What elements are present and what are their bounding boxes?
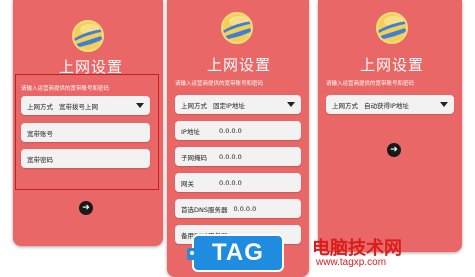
arrow-right-circle-icon[interactable]: ➔ xyxy=(79,201,93,215)
connection-type-value: 自动获得IP地址 xyxy=(364,101,409,110)
planet-logo-icon xyxy=(221,12,253,44)
planet-logo-icon xyxy=(72,20,104,52)
field-value: 0.0.0.0 xyxy=(219,152,242,161)
connection-type-select[interactable]: 上网方式 自动获得IP地址 xyxy=(326,95,454,114)
connection-type-value: 固定IP地址 xyxy=(213,101,245,110)
tag-watermark-logo: TAG xyxy=(187,234,284,272)
field-label: 网关 xyxy=(181,179,194,188)
gateway-field[interactable]: 网关 0.0.0.0 xyxy=(175,173,301,192)
caret-down-icon xyxy=(440,102,448,107)
field-value: 0.0.0.0 xyxy=(219,126,242,135)
subnet-mask-field[interactable]: 子网掩码 0.0.0.0 xyxy=(175,147,301,166)
arrow-right-circle-icon[interactable]: ➔ xyxy=(387,143,401,157)
panel-dhcp: 上网设置 请输入运营商提供的宽带账号和密码 上网方式 自动获得IP地址 ➔ xyxy=(318,0,462,252)
field-label: 首选DNS服务器 xyxy=(181,205,228,214)
field-label: IP地址 xyxy=(181,127,200,136)
highlight-box xyxy=(15,74,159,190)
connection-type-select[interactable]: 上网方式 固定IP地址 xyxy=(175,95,301,114)
primary-dns-field[interactable]: 首选DNS服务器 0.0.0.0 xyxy=(175,199,301,218)
field-label: 子网掩码 xyxy=(181,153,207,162)
connection-type-label: 上网方式 xyxy=(332,101,358,110)
hint-text: 请输入运营商提供的宽带账号和密码 xyxy=(326,81,415,87)
page-title: 上网设置 xyxy=(59,58,124,76)
field-value: 0.0.0.0 xyxy=(233,204,257,213)
tag-logo-text: TAG xyxy=(212,239,264,266)
connection-type-label: 上网方式 xyxy=(181,101,207,110)
field-value: 0.0.0.0 xyxy=(219,178,242,187)
planet-logo-icon xyxy=(376,12,408,44)
page-title: 上网设置 xyxy=(360,56,425,74)
caret-down-icon xyxy=(287,102,295,107)
page-title: 上网设置 xyxy=(207,56,272,74)
ip-address-field[interactable]: IP地址 0.0.0.0 xyxy=(175,121,301,140)
watermark-site-url: www.tagxp.com xyxy=(316,257,387,268)
hint-text: 请输入运营商提供的宽带账号和密码 xyxy=(175,81,264,87)
